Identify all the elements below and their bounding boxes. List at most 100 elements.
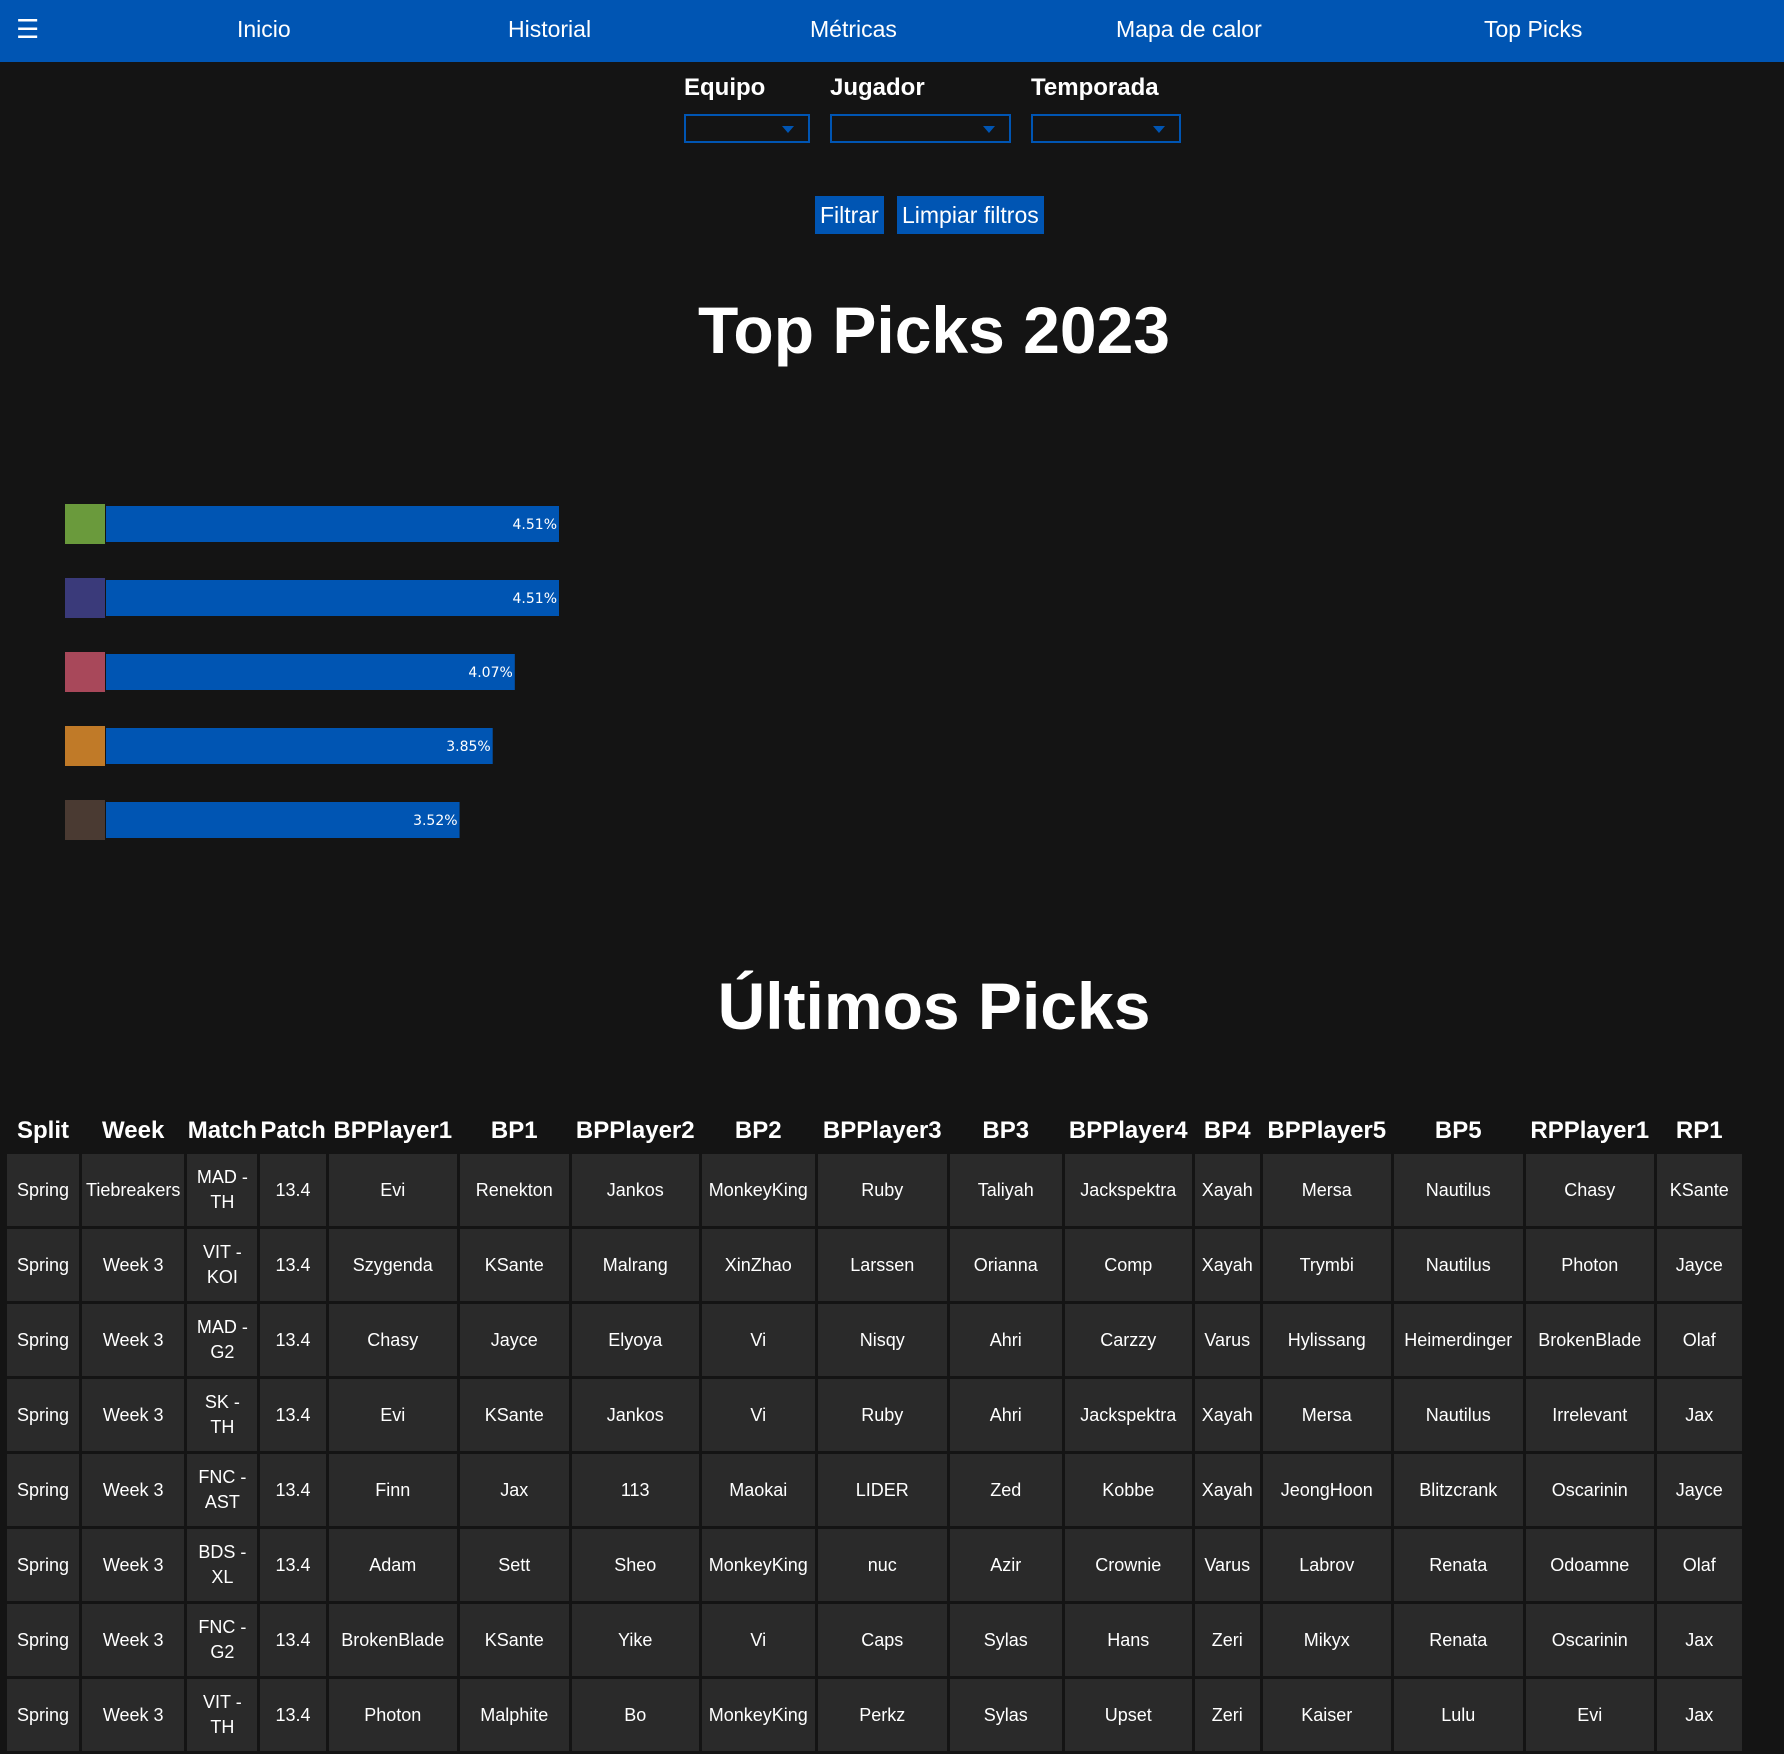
table-cell: Spring	[7, 1679, 79, 1751]
column-header[interactable]: Split	[7, 1111, 79, 1151]
table-cell: MAD - G2	[187, 1304, 258, 1376]
table-cell: Xayah	[1194, 1229, 1260, 1301]
table-cell: MonkeyKing	[701, 1679, 815, 1751]
latest-picks-title: Últimos Picks	[717, 969, 1151, 1043]
table-row[interactable]: Spring Week 3 MAD - G2 13.4 Chasy Jayce Elyoya…	[7, 1304, 1742, 1376]
table-cell: Trymbi	[1262, 1229, 1391, 1301]
table-row[interactable]: Spring Week 3 VIT - TH 13.4 Photon Malphite Bo…	[7, 1679, 1742, 1751]
pick-rate-bar	[106, 728, 493, 764]
table-cell: VIT - TH	[187, 1679, 258, 1751]
pick-rate-bar	[106, 802, 460, 838]
table-row[interactable]: Spring Tiebreakers MAD - TH 13.4 Evi Renekton…	[7, 1154, 1742, 1226]
table-row[interactable]: Spring Week 3 SK - TH 13.4 Evi KSante Jankos Vi…	[7, 1379, 1742, 1451]
nav-item-mapa-de-calor[interactable]: Mapa de calor	[1116, 0, 1262, 58]
player-select[interactable]	[830, 114, 1011, 143]
table-cell: Ahri	[949, 1304, 1062, 1376]
table-row[interactable]: Spring Week 3 FNC - G2 13.4 BrokenBlade KSant…	[7, 1604, 1742, 1676]
table-cell: 13.4	[260, 1154, 326, 1226]
nav-item-historial[interactable]: Historial	[508, 0, 591, 58]
table-cell: Week 3	[82, 1229, 185, 1301]
clear-filters-button[interactable]: Limpiar filtros	[897, 196, 1044, 234]
table-cell: Sylas	[949, 1679, 1062, 1751]
table-cell: Bo	[571, 1679, 699, 1751]
column-header[interactable]: BP3	[949, 1111, 1062, 1151]
table-cell: Orianna	[949, 1229, 1062, 1301]
table-cell: Sett	[459, 1529, 569, 1601]
table-cell: Jankos	[571, 1379, 699, 1451]
table-cell: Malrang	[571, 1229, 699, 1301]
table-cell: Maokai	[701, 1454, 815, 1526]
table-cell: FNC - G2	[187, 1604, 258, 1676]
nav-item-top-picks[interactable]: Top Picks	[1484, 0, 1582, 58]
table-cell: Nautilus	[1393, 1229, 1523, 1301]
table-cell: Lulu	[1393, 1679, 1523, 1751]
table-row[interactable]: Spring Week 3 FNC - AST 13.4 Finn Jax 113 Maoka…	[7, 1454, 1742, 1526]
column-header[interactable]: Patch	[260, 1111, 326, 1151]
table-cell: BrokenBlade	[1525, 1304, 1654, 1376]
bar-data-label: 4.07%	[468, 665, 512, 681]
champion-icon	[65, 578, 105, 618]
table-cell: Nautilus	[1393, 1154, 1523, 1226]
table-cell: Chasy	[328, 1304, 457, 1376]
latest-picks-table: Split Week Match Patch BPPlayer1 BP1 BPPlayer2…	[4, 1108, 1745, 1754]
column-header[interactable]: BPPlayer4	[1064, 1111, 1192, 1151]
table-cell: Evi	[328, 1154, 457, 1226]
column-header[interactable]: BPPlayer2	[571, 1111, 699, 1151]
table-cell: Jayce	[459, 1304, 569, 1376]
table-cell: Ahri	[949, 1379, 1062, 1451]
table-cell: Chasy	[1525, 1154, 1654, 1226]
table-cell: 113	[571, 1454, 699, 1526]
season-select[interactable]	[1031, 114, 1181, 143]
hamburger-menu-icon[interactable]: ☰	[16, 14, 39, 44]
nav-item-inicio[interactable]: Inicio	[237, 0, 291, 58]
table-cell: 13.4	[260, 1604, 326, 1676]
table-cell: Evi	[328, 1379, 457, 1451]
table-row[interactable]: Spring Week 3 BDS - XL 13.4 Adam Sett Sheo Monk…	[7, 1529, 1742, 1601]
nav-item-metricas[interactable]: Métricas	[810, 0, 897, 58]
table-cell: Heimerdinger	[1393, 1304, 1523, 1376]
table-cell: Labrov	[1262, 1529, 1391, 1601]
table-cell: 13.4	[260, 1379, 326, 1451]
column-header[interactable]: BP5	[1393, 1111, 1523, 1151]
column-header[interactable]: BPPlayer5	[1262, 1111, 1391, 1151]
table-cell: Oscarinin	[1525, 1454, 1654, 1526]
top-navbar: ☰ Inicio Historial Métricas Mapa de calo…	[0, 0, 1784, 62]
champion-icon	[65, 652, 105, 692]
table-cell: Odoamne	[1525, 1529, 1654, 1601]
column-header[interactable]: Week	[82, 1111, 185, 1151]
table-cell: 13.4	[260, 1454, 326, 1526]
table-cell: KSante	[459, 1229, 569, 1301]
table-cell: Perkz	[817, 1679, 947, 1751]
table-cell: XinZhao	[701, 1229, 815, 1301]
table-cell: Vi	[701, 1304, 815, 1376]
chevron-down-icon	[1153, 126, 1165, 133]
table-cell: Larssen	[817, 1229, 947, 1301]
column-header[interactable]: RP1	[1656, 1111, 1742, 1151]
column-header[interactable]: BP2	[701, 1111, 815, 1151]
table-cell: Szygenda	[328, 1229, 457, 1301]
top-picks-bar-chart: 4.51% 4.51% 4.07% 3.85% 3.52%	[65, 504, 559, 840]
table-cell: Spring	[7, 1379, 79, 1451]
table-cell: Adam	[328, 1529, 457, 1601]
table-cell: Azir	[949, 1529, 1062, 1601]
table-cell: Evi	[1525, 1679, 1654, 1751]
column-header[interactable]: BP4	[1194, 1111, 1260, 1151]
column-header[interactable]: BPPlayer1	[328, 1111, 457, 1151]
player-filter-label: Jugador	[830, 74, 925, 101]
team-select[interactable]	[684, 114, 810, 143]
column-header[interactable]: BP1	[459, 1111, 569, 1151]
table-cell: Week 3	[82, 1604, 185, 1676]
table-cell: Renata	[1393, 1529, 1523, 1601]
team-filter-label: Equipo	[684, 74, 766, 101]
column-header[interactable]: Match	[187, 1111, 258, 1151]
column-header[interactable]: RPPlayer1	[1525, 1111, 1654, 1151]
bar-data-label: 3.52%	[413, 813, 457, 829]
filter-button[interactable]: Filtrar	[815, 196, 884, 234]
column-header[interactable]: BPPlayer3	[817, 1111, 947, 1151]
table-row[interactable]: Spring Week 3 VIT - KOI 13.4 Szygenda KSante M…	[7, 1229, 1742, 1301]
table-cell: Spring	[7, 1529, 79, 1601]
table-cell: Jayce	[1656, 1229, 1742, 1301]
pick-rate-bar	[106, 506, 559, 542]
table-cell: Jax	[1656, 1379, 1742, 1451]
table-cell: Jayce	[1656, 1454, 1742, 1526]
